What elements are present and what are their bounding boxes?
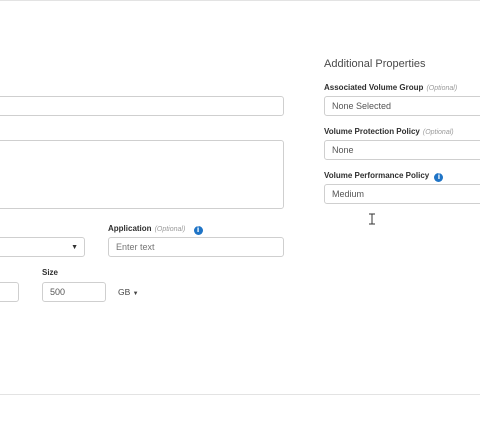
application-input[interactable] xyxy=(108,237,284,257)
volume-group-select[interactable]: None Selected xyxy=(324,96,480,116)
performance-policy-value: Medium xyxy=(332,189,365,199)
size-unit: GB xyxy=(118,287,131,297)
protection-policy-select[interactable]: None xyxy=(324,140,480,160)
volume-group-value: None Selected xyxy=(332,101,392,111)
name-input[interactable] xyxy=(0,96,284,116)
protection-policy-label: Volume Protection Policy (Optional) xyxy=(324,127,454,136)
top-divider xyxy=(0,0,480,1)
info-icon[interactable]: i xyxy=(434,173,444,182)
caret-down-icon: ▼ xyxy=(132,291,139,297)
additional-properties-heading: Additional Properties xyxy=(324,58,426,70)
size-unit-dropdown[interactable]: GB ▼ xyxy=(118,287,139,297)
size-input[interactable]: 500 xyxy=(42,282,106,302)
info-icon[interactable]: i xyxy=(193,226,203,235)
volume-group-label: Associated Volume Group (Optional) xyxy=(324,83,458,92)
caret-down-icon: ▼ xyxy=(71,243,78,251)
text-cursor-icon xyxy=(369,213,375,225)
size-label: Size xyxy=(42,268,59,277)
performance-policy-label: Volume Performance Policy i xyxy=(324,171,444,182)
category-select[interactable]: ▼ xyxy=(0,237,85,257)
protection-policy-value: None xyxy=(332,145,354,155)
application-label: Application (Optional) i xyxy=(108,224,203,235)
performance-policy-select[interactable]: Medium xyxy=(324,184,480,204)
description-textarea[interactable] xyxy=(0,140,284,209)
size-value: 500 xyxy=(50,287,66,297)
size-prefix-field[interactable] xyxy=(0,282,19,302)
bottom-divider xyxy=(0,394,480,395)
